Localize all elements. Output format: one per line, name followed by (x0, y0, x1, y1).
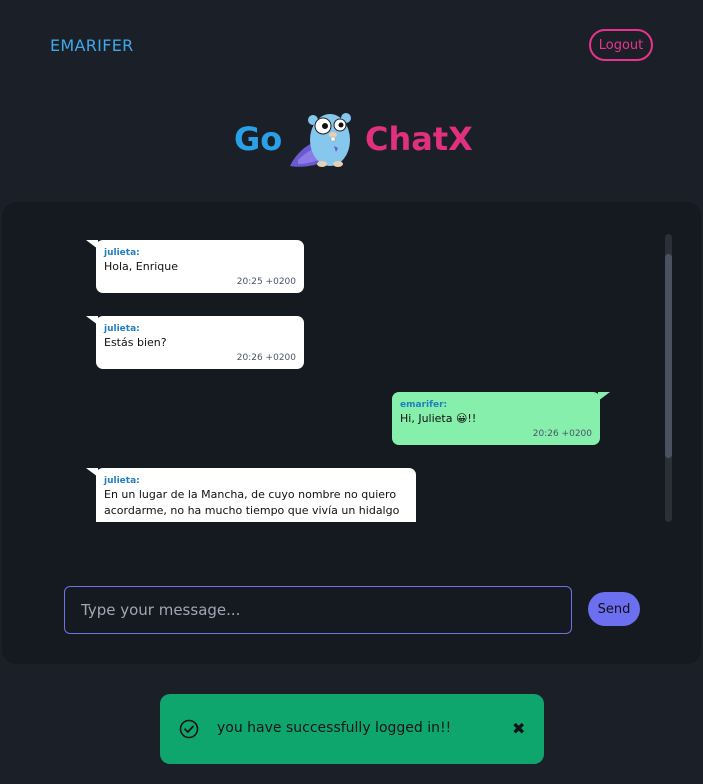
chat-panel: julieta: Hola, Enrique 20:25 +0200 julie… (2, 202, 701, 664)
message-author: julieta: (104, 476, 140, 486)
message-text: En un lugar de la Mancha, de cuyo nombre… (104, 488, 400, 522)
success-toast: you have successfully logged in!! ✖ (160, 694, 544, 764)
message-text: Estás bien? (104, 336, 167, 349)
scrollbar-thumb[interactable] (665, 254, 672, 458)
message-timestamp: 20:26 +0200 (532, 429, 592, 439)
message-text: Hola, Enrique (104, 260, 179, 273)
logout-button[interactable]: Logout (589, 29, 653, 61)
toast-message: you have successfully logged in!! (217, 720, 452, 736)
gopher-mascot-icon (290, 113, 351, 167)
logo-text-chatx: ChatX (365, 120, 473, 158)
check-circle-icon (179, 719, 199, 739)
close-x-icon[interactable]: ✖ (512, 719, 525, 738)
message-scrollbar[interactable] (665, 234, 672, 522)
send-button[interactable]: Send (588, 592, 640, 626)
message-list[interactable]: julieta: Hola, Enrique 20:25 +0200 julie… (2, 232, 662, 522)
message-author: emarifer: (400, 400, 448, 410)
message-author: julieta: (104, 248, 140, 258)
logo-text-go: Go (234, 120, 283, 158)
message-bubble: emarifer: Hi, Julieta 😀!! 20:26 +0200 (392, 392, 610, 445)
message-bubble: julieta: Estás bien? 20:26 +0200 (86, 316, 304, 369)
message-text: Hi, Julieta 😀!! (400, 412, 477, 425)
message-input[interactable] (64, 586, 572, 634)
message-bubble: julieta: Hola, Enrique 20:25 +0200 (86, 240, 304, 293)
message-timestamp: 20:26 +0200 (236, 353, 296, 363)
message-timestamp: 20:25 +0200 (236, 277, 296, 287)
app-logo: Go ChatX (232, 108, 473, 174)
username-label: EMARIFER (50, 36, 134, 55)
message-author: julieta: (104, 324, 140, 334)
message-bubble: julieta: En un lugar de la Mancha, de cu… (86, 468, 416, 522)
